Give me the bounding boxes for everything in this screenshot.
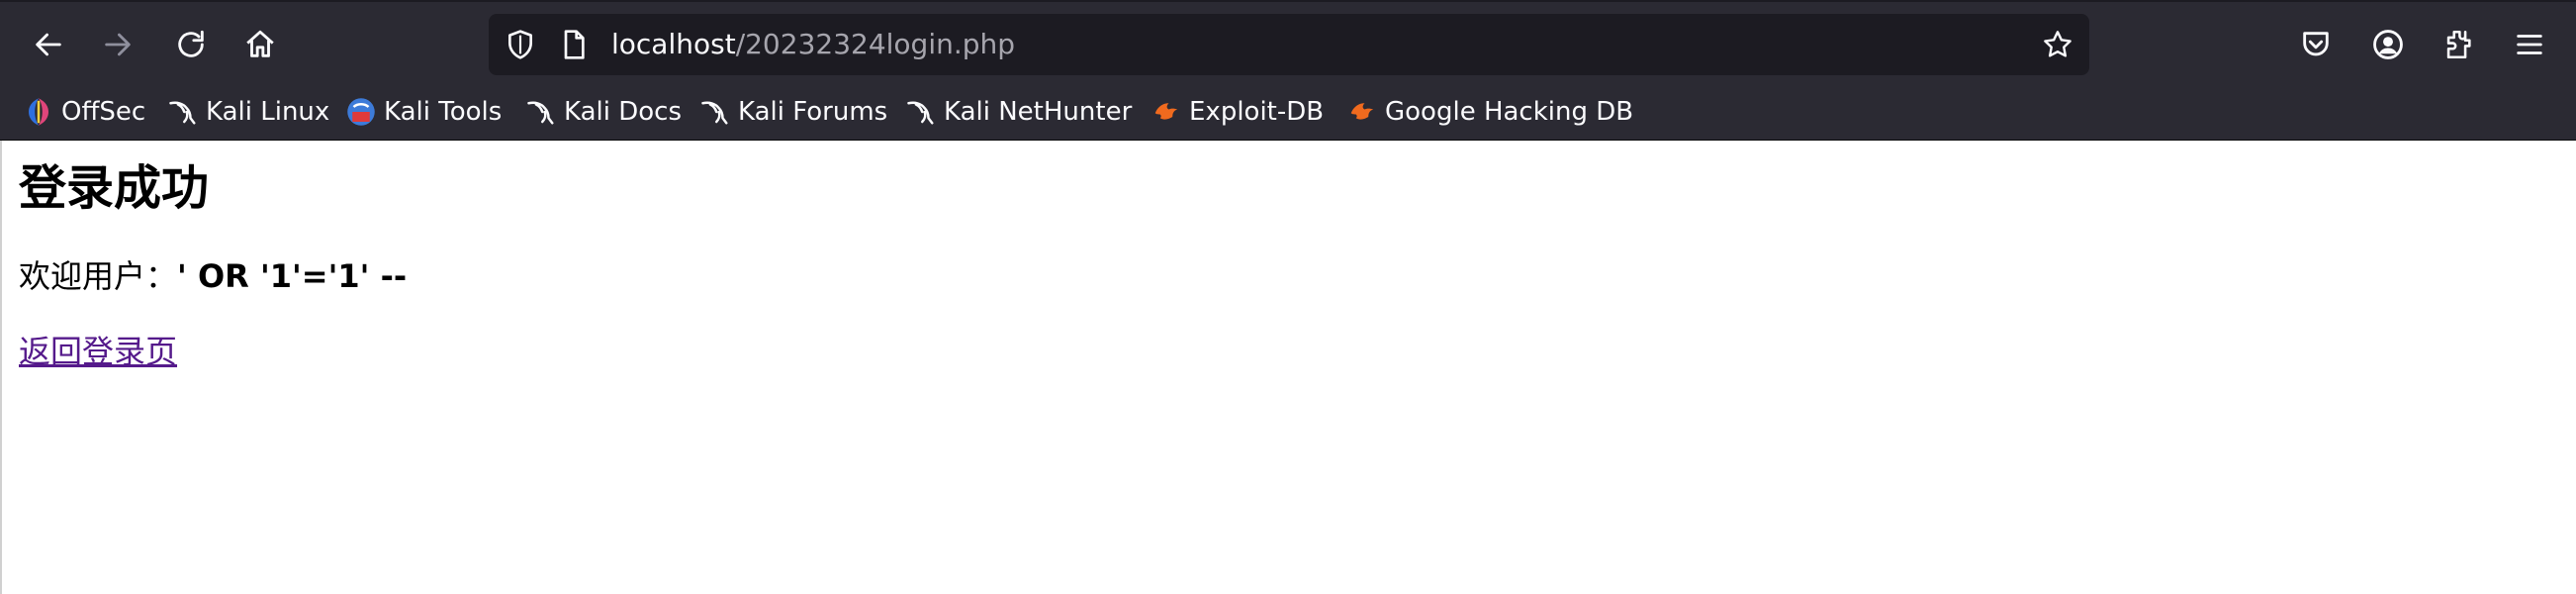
bookmark-label: Google Hacking DB — [1385, 97, 1634, 127]
kali-tools-icon — [346, 97, 376, 127]
bookmark-kali-docs[interactable]: Kali Docs — [526, 84, 682, 140]
page-icon[interactable] — [556, 27, 592, 62]
arrow-left-icon — [36, 33, 61, 56]
navigation-toolbar: localhost/20232324login.php — [0, 0, 2576, 84]
page-content: 登录成功 欢迎用户：' OR '1'='1' -- 返回登录页 — [0, 141, 2576, 594]
bookmark-kali-tools[interactable]: Kali Tools — [346, 84, 502, 140]
bookmark-label: Kali Docs — [564, 97, 683, 127]
bookmark-google-hacking-db[interactable]: Google Hacking DB — [1347, 84, 1633, 140]
bookmark-kali-forums[interactable]: Kali Forums — [700, 84, 887, 140]
welcome-message: 欢迎用户：' OR '1'='1' -- — [19, 257, 407, 295]
forward-button[interactable] — [93, 20, 142, 69]
reload-button[interactable] — [166, 20, 216, 69]
pocket-button[interactable] — [2291, 20, 2341, 69]
bookmark-label: Kali Linux — [206, 97, 330, 127]
reload-icon — [178, 30, 204, 57]
url-host: localhost — [611, 28, 736, 60]
hamburger-menu-icon — [2517, 35, 2542, 54]
url-text[interactable]: localhost/20232324login.php — [611, 14, 1015, 75]
bookmark-label: Kali Forums — [738, 97, 888, 127]
menu-button[interactable] — [2505, 20, 2554, 69]
kali-dragon-icon — [526, 97, 556, 127]
url-bar[interactable]: localhost/20232324login.php — [489, 14, 2089, 75]
arrow-right-icon — [105, 33, 131, 56]
account-button[interactable] — [2363, 20, 2413, 69]
account-icon — [2373, 30, 2403, 59]
bookmark-exploit-db[interactable]: Exploit-DB — [1151, 84, 1324, 140]
kali-dragon-icon — [700, 97, 730, 127]
url-path: /20232324login.php — [735, 28, 1016, 60]
back-button[interactable] — [24, 20, 73, 69]
bookmark-offsec[interactable]: OffSec — [24, 84, 145, 140]
exploit-db-icon — [1347, 97, 1377, 127]
extensions-button[interactable] — [2434, 20, 2483, 69]
kali-dragon-icon — [906, 97, 936, 127]
pocket-icon — [2303, 32, 2329, 56]
welcome-prefix: 欢迎用户： — [19, 257, 178, 295]
home-icon — [246, 30, 274, 57]
offsec-icon — [24, 97, 53, 127]
bookmark-label: OffSec — [61, 97, 146, 127]
bookmark-label: Kali Tools — [384, 97, 503, 127]
bookmark-kali-linux[interactable]: Kali Linux — [168, 84, 329, 140]
browser-window: localhost/20232324login.php OffSec Kali … — [0, 0, 2576, 594]
bookmarks-toolbar: OffSec Kali Linux Kali Tools Kali Docs K… — [0, 84, 2576, 141]
bookmark-star-icon[interactable] — [2040, 27, 2075, 62]
bookmark-label: Kali NetHunter — [944, 97, 1133, 127]
kali-dragon-icon — [168, 97, 198, 127]
puzzle-piece-icon — [2446, 30, 2471, 59]
home-button[interactable] — [235, 20, 285, 69]
exploit-db-icon — [1151, 97, 1181, 127]
back-to-login-link[interactable]: 返回登录页 — [19, 333, 177, 370]
bookmark-kali-nethunter[interactable]: Kali NetHunter — [906, 84, 1132, 140]
bookmark-label: Exploit-DB — [1189, 97, 1325, 127]
shield-icon[interactable] — [503, 27, 538, 62]
username-value: ' OR '1'='1' -- — [177, 257, 408, 295]
page-title: 登录成功 — [19, 160, 210, 216]
